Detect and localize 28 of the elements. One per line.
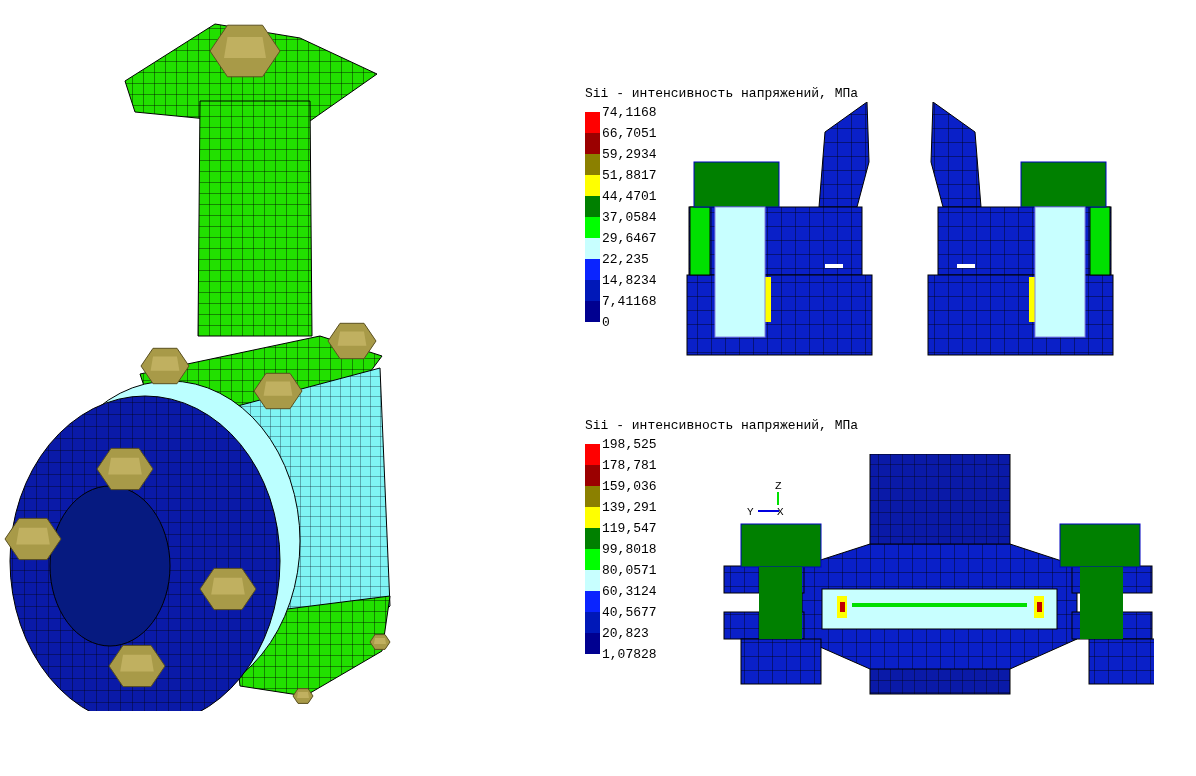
scale-value: 59,2934 (602, 146, 657, 164)
scale-value: 60,3124 (602, 583, 657, 601)
scale-value: 37,0584 (602, 209, 657, 227)
scale-value: 22,235 (602, 251, 650, 269)
scale-value: 66,7051 (602, 125, 657, 143)
legend-title: Sii - интенсивность напряжений, МПа (585, 86, 860, 102)
scale-value: 44,4701 (602, 188, 657, 206)
scale-value: 74,1168 (602, 104, 657, 122)
scale-value: 159,036 (602, 478, 657, 496)
scale-value: 7,41168 (602, 293, 657, 311)
scale-value: 99,8018 (602, 541, 657, 559)
scale-value: 20,823 (602, 625, 650, 643)
scale-value: 1,07828 (602, 646, 657, 664)
axis-triad-icon (758, 492, 779, 512)
scale-value: 0 (602, 314, 611, 332)
axis-label: X (777, 506, 784, 518)
scale-value: 198,525 (602, 436, 657, 454)
axis-label: Z (775, 480, 782, 492)
scale-value: 80,0571 (602, 562, 657, 580)
scale-value: 51,8817 (602, 167, 657, 185)
scale-value: 14,8234 (602, 272, 657, 290)
scale-value: 139,291 (602, 499, 657, 517)
scale-value: 29,6467 (602, 230, 657, 248)
scale-value: 178,781 (602, 457, 657, 475)
legend-title: Sii - интенсивность напряжений, МПа (585, 418, 860, 434)
scale-value: 119,547 (602, 520, 657, 538)
scale-value: 40,5677 (602, 604, 657, 622)
axis-label: Y (747, 506, 754, 518)
